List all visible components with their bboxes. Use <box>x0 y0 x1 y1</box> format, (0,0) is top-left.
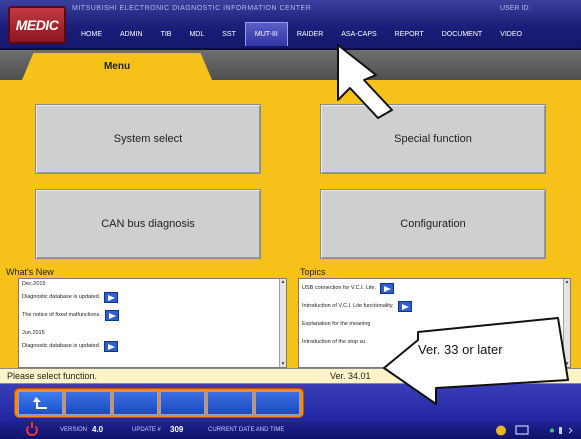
list-item[interactable]: Explanation for the meaning <box>299 315 570 333</box>
list-item[interactable]: USB connection for V.C.I. Lite. <box>299 279 570 297</box>
list-item[interactable]: Diagnostic database is updated. <box>19 337 286 355</box>
topics-scrollbar[interactable]: ▲ ▼ <box>563 279 570 367</box>
scroll-up-icon[interactable]: ▲ <box>564 279 570 285</box>
topic-text: USB connection for V.C.I. Lite. <box>302 285 377 291</box>
user-id-label: USER ID: <box>500 5 531 12</box>
update-value: 309 <box>170 425 184 434</box>
footer-bar: VERSION 4.0 UPDATE # 309 CURRENT DATE AN… <box>0 422 581 439</box>
nav-video[interactable]: VIDEO <box>491 22 531 46</box>
nav-document[interactable]: DOCUMENT <box>433 22 491 46</box>
list-item[interactable]: The notice of fixed malfunctions. <box>19 306 286 324</box>
version-label: VERSION <box>60 427 88 433</box>
function-keys <box>14 388 304 418</box>
arrow-right-icon[interactable] <box>104 309 119 321</box>
tab-menu[interactable]: Menu <box>22 53 212 80</box>
callout-text: Ver. 33 or later <box>418 342 503 357</box>
current-datetime-label: CURRENT DATE AND TIME <box>208 427 285 433</box>
whats-new-list[interactable]: Dec.2015 Diagnostic database is updated.… <box>18 278 287 368</box>
nav-tib[interactable]: TIB <box>152 22 181 46</box>
monitor-icon[interactable] <box>515 425 529 436</box>
function-key-6[interactable] <box>254 391 300 415</box>
topics-title: Topics <box>300 267 326 277</box>
list-item[interactable]: Introduction of V.C.I. Lite functionalit… <box>299 297 570 315</box>
scroll-down-icon[interactable]: ▼ <box>564 361 570 367</box>
nav-asa-caps[interactable]: ASA-CAPS <box>332 22 385 46</box>
nav-home[interactable]: HOME <box>72 22 111 46</box>
function-key-2[interactable] <box>65 391 111 415</box>
topic-text: Introduction of the stop su <box>302 339 366 345</box>
configuration-button[interactable]: Configuration <box>320 189 546 259</box>
arrow-right-icon[interactable] <box>380 282 395 294</box>
news-date: Jun.2015 <box>22 329 45 336</box>
menu-panel: System select Special function CAN bus d… <box>0 80 581 266</box>
top-header: MEDIC MITSUBISHI ELECTRONIC DIAGNOSTIC I… <box>0 0 581 50</box>
nav-report[interactable]: REPORT <box>386 22 433 46</box>
scroll-down-icon[interactable]: ▼ <box>280 361 286 367</box>
return-arrow-icon <box>32 397 47 409</box>
function-key-5[interactable] <box>207 391 253 415</box>
can-bus-diagnosis-button[interactable]: CAN bus diagnosis <box>35 189 261 259</box>
list-item-date: Dec.2015 <box>19 279 286 288</box>
news-text: Diagnostic database is updated. <box>22 343 101 349</box>
arrow-right-icon[interactable] <box>397 300 412 312</box>
news-text: Diagnostic database is updated. <box>22 294 101 300</box>
scroll-up-icon[interactable]: ▲ <box>280 279 286 285</box>
function-key-3[interactable] <box>112 391 158 415</box>
topic-text: Explanation for the meaning <box>302 321 371 327</box>
status-bar: Please select function. Ver. 34.01 <box>0 368 581 384</box>
list-item-date: Jun.2015 <box>19 328 286 337</box>
topic-text: Introduction of V.C.I. Lite functionalit… <box>302 303 394 309</box>
system-select-button[interactable]: System select <box>35 104 261 174</box>
status-message: Please select function. <box>7 371 98 381</box>
function-key-4[interactable] <box>159 391 206 415</box>
version-value: 4.0 <box>92 425 104 434</box>
news-date: Dec.2015 <box>22 280 46 287</box>
main-nav: HOME ADMIN TIB MDL SST MUT-III RAIDER AS… <box>72 22 531 46</box>
software-version: Ver. 34.01 <box>330 371 371 381</box>
nav-sst[interactable]: SST <box>213 22 245 46</box>
news-text: The notice of fixed malfunctions. <box>22 312 101 318</box>
arrow-right-icon[interactable] <box>104 340 119 352</box>
arrow-right-icon[interactable] <box>104 291 119 303</box>
center-name: MITSUBISHI ELECTRONIC DIAGNOSTIC INFORMA… <box>72 5 312 12</box>
help-icon[interactable] <box>495 425 507 436</box>
nav-mdl[interactable]: MDL <box>180 22 213 46</box>
whats-new-scrollbar[interactable]: ▲ ▼ <box>279 279 286 367</box>
function-key-strip <box>0 384 581 422</box>
list-item[interactable]: Diagnostic database is updated. <box>19 288 286 306</box>
special-function-button[interactable]: Special function <box>320 104 546 174</box>
nav-admin[interactable]: ADMIN <box>111 22 152 46</box>
nav-mut-iii[interactable]: MUT-III <box>244 22 288 46</box>
connection-status-icon <box>550 427 573 434</box>
back-button[interactable] <box>18 391 64 415</box>
update-label: UPDATE # <box>132 427 161 433</box>
nav-raider[interactable]: RAIDER <box>288 22 332 46</box>
whats-new-title: What's New <box>6 267 54 277</box>
medic-logo: MEDIC <box>8 6 66 44</box>
power-icon[interactable] <box>26 422 38 436</box>
